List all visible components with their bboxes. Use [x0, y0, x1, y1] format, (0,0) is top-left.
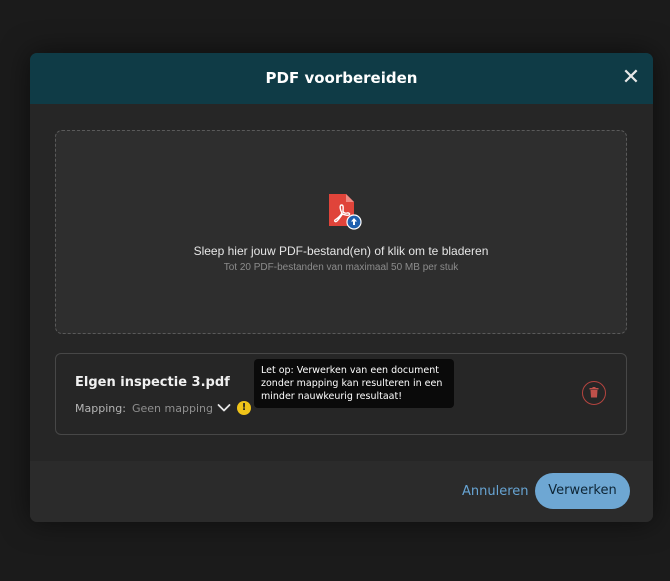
dropzone-limit-note: Tot 20 PDF-bestanden van maximaal 50 MB … — [223, 262, 459, 273]
mapping-dropdown[interactable]: Geen mapping — [132, 400, 231, 418]
dropzone-instruction: Sleep hier jouw PDF-bestand(en) of klik … — [193, 244, 489, 258]
mapping-label: Mapping: — [75, 402, 126, 415]
process-button[interactable]: Verwerken — [535, 473, 630, 509]
prepare-pdf-dialog: PDF voorbereiden ✕ Sleep hier jouw PDF-b… — [30, 53, 653, 522]
file-item: Elgen inspectie 3.pdf Mapping: Geen mapp… — [55, 353, 627, 435]
file-dropzone[interactable]: Sleep hier jouw PDF-bestand(en) of klik … — [55, 130, 627, 334]
pdf-upload-icon — [329, 194, 362, 230]
dialog-footer: Annuleren Verwerken — [30, 461, 653, 522]
file-name: Elgen inspectie 3.pdf — [75, 375, 230, 390]
dialog-title: PDF voorbereiden — [265, 69, 418, 87]
mapping-value: Geen mapping — [132, 402, 213, 415]
warning-icon[interactable]: ! — [237, 401, 251, 415]
dialog-header: PDF voorbereiden ✕ — [30, 53, 653, 104]
delete-file-button[interactable] — [582, 381, 606, 405]
cancel-button[interactable]: Annuleren — [462, 484, 529, 499]
mapping-warning-tooltip: Let op: Verwerken van een document zonde… — [254, 359, 454, 408]
trash-icon — [589, 387, 599, 398]
close-icon[interactable]: ✕ — [621, 67, 641, 89]
chevron-down-icon — [217, 404, 231, 412]
